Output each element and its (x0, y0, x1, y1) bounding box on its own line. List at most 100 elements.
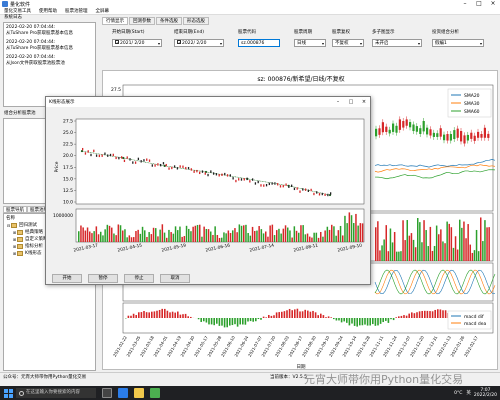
candle-body (101, 154, 103, 157)
macd-bar (398, 316, 400, 318)
stop-button[interactable]: 停止 (124, 274, 154, 283)
candle-body (176, 167, 179, 170)
candle-body (146, 158, 148, 161)
macd-bar (138, 312, 140, 318)
volume-bar (271, 224, 274, 242)
taskbar-search-input[interactable]: 在这里输入你要搜索的内容 (16, 388, 96, 398)
start-button[interactable]: 开始 (52, 274, 82, 283)
volume-bar (218, 237, 221, 242)
log-panel[interactable]: 2022-02-20 07:04:44: 从TuShare Pro获取股票基本信… (3, 22, 96, 107)
macd-bar (395, 317, 397, 318)
tab-stock-nav[interactable]: 股票导航 (3, 206, 27, 213)
close-icon[interactable]: × (486, 0, 500, 8)
macd-bar (429, 311, 431, 318)
candle-body (226, 174, 229, 177)
macd-bar (161, 308, 163, 318)
macd-bar (242, 318, 244, 325)
macd-bar (379, 318, 382, 324)
cancel-button[interactable]: 取消 (160, 274, 190, 283)
volume-bar (400, 251, 402, 261)
volume-bar (236, 232, 238, 242)
volume-bar (438, 234, 440, 261)
volume-bar (141, 226, 144, 242)
macd-bar (387, 318, 390, 323)
macd-bar (197, 318, 200, 320)
volume-bar (335, 235, 337, 242)
task-view-icon[interactable] (102, 388, 112, 398)
volume-bar (377, 221, 379, 261)
volume-bar (326, 226, 329, 242)
weather-temp[interactable]: 0°C (454, 391, 462, 396)
volume-bar (260, 229, 263, 242)
volume-bar (429, 226, 432, 261)
menu-item-fullscreen[interactable]: 全屏幕 (92, 8, 114, 14)
clock[interactable]: 7:07 2022/2/20 (474, 388, 497, 398)
watermark: 元宵大师带你用Python量化交易 (304, 373, 464, 386)
volume-bar (398, 251, 400, 261)
menu-item-pool-manager[interactable]: 股票池管理 (61, 8, 92, 14)
checkbox-icon[interactable]: ✓ (115, 40, 119, 45)
windows-start-icon[interactable] (2, 387, 14, 399)
pause-button[interactable]: 暂停 (88, 274, 118, 283)
volume-bar (346, 223, 348, 242)
macd-bar (247, 318, 249, 322)
analysis-select[interactable]: 假编1 ▾ (432, 39, 484, 47)
volume-bar (331, 224, 333, 242)
volume-bar (278, 228, 280, 242)
volume-bar (144, 230, 146, 242)
candle-body (412, 124, 415, 132)
volume-bar (391, 242, 394, 261)
volume-bar (448, 223, 450, 261)
macd-bar (169, 312, 171, 318)
display-select[interactable]: 未开启 ▾ (372, 39, 422, 47)
volume-bar (212, 234, 214, 242)
candle-body (288, 185, 290, 188)
candle-body (446, 134, 449, 141)
display-label: 多子图显示 (372, 30, 395, 35)
candle-body (318, 193, 321, 196)
tab-backtest-params[interactable]: 回测参数 (129, 17, 155, 25)
app-taskbar-icon[interactable] (150, 388, 160, 398)
macd-bar (278, 312, 280, 318)
macd-bar (260, 318, 262, 320)
volume-bar (137, 229, 139, 242)
menu-item-quant-tools[interactable]: 量化交易工具 (0, 8, 35, 14)
volume-bar (463, 221, 465, 261)
tab-condition-pick[interactable]: 条件选股 (156, 17, 182, 25)
candle-body (171, 166, 173, 170)
x-tick-label: 2021-05-19 (161, 242, 187, 253)
candle-body (90, 153, 92, 157)
tab-pattern-pick[interactable]: 形态选股 (183, 17, 209, 25)
macd-bar (226, 318, 228, 328)
volume-bar (188, 228, 190, 242)
macd-bar (377, 318, 379, 326)
menu-item-help[interactable]: 使用帮助 (35, 8, 61, 14)
edge-icon[interactable] (118, 388, 128, 398)
macd-bar (153, 311, 156, 318)
volume-bar (269, 225, 271, 242)
chevron-down-icon: ▾ (359, 41, 362, 46)
volume-bar (84, 230, 87, 242)
volume-bar (181, 236, 183, 242)
checkbox-icon[interactable]: ✓ (177, 40, 181, 45)
y-tick-label: 20.0 (63, 153, 73, 159)
minimize-icon[interactable]: – (458, 0, 472, 8)
end-date-field[interactable]: ✓2022/ 2/20 ▾ (174, 39, 224, 47)
volume-bar (183, 236, 186, 242)
system-tray: 0°C 英 7:07 2022/2/20 (454, 386, 497, 400)
start-date-field[interactable]: ✓2021/ 2/20 ▾ (112, 39, 162, 47)
period-select[interactable]: 日线 ▾ (294, 39, 326, 47)
adjust-select[interactable]: 不复权 ▾ (332, 39, 364, 47)
maximize-icon[interactable]: □ (472, 0, 486, 8)
candle-body (95, 154, 98, 157)
tab-quotes[interactable]: 行情显示 (102, 17, 128, 25)
candle-body (419, 128, 422, 134)
lang-indicator[interactable]: 英 (466, 390, 471, 396)
macd-bar (268, 314, 270, 318)
volume-bar (317, 237, 320, 242)
file-explorer-icon[interactable] (134, 388, 144, 398)
stock-code-input[interactable]: sz.000876 (238, 39, 280, 47)
volume-bar (320, 231, 322, 242)
candle-body (296, 187, 298, 190)
dialog-y-label: Price (54, 161, 60, 172)
